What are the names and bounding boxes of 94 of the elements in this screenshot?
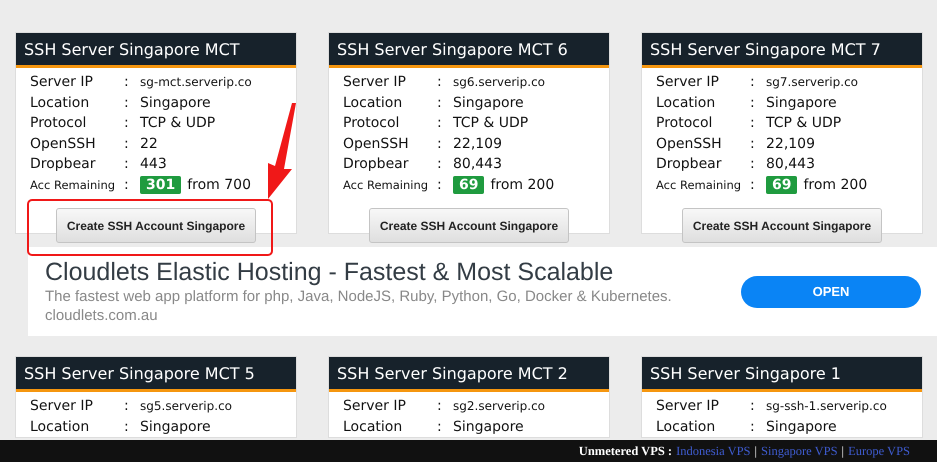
field-value: Singapore — [140, 418, 211, 435]
field-label: Acc Remaining — [30, 178, 116, 192]
colon-separator: : — [437, 398, 443, 414]
field-label: Server IP — [30, 74, 94, 90]
colon-separator: : — [124, 94, 130, 111]
card-title: SSH Server Singapore MCT 7 — [642, 33, 922, 68]
field-value: 80,443 — [766, 156, 815, 172]
card-title: SSH Server Singapore MCT 5 — [16, 357, 296, 392]
field-label: Dropbear — [343, 156, 410, 172]
field-label: Protocol — [343, 115, 400, 132]
footer-link[interactable]: Europe VPS — [848, 444, 910, 458]
field-value: Singapore — [453, 94, 524, 111]
footer-link[interactable]: Singapore VPS — [761, 444, 838, 458]
field-value: 80,443 — [453, 156, 502, 172]
field-value: Singapore — [766, 94, 837, 111]
open-button[interactable]: OPEN — [741, 276, 921, 308]
colon-separator: : — [437, 115, 443, 132]
field-label: Protocol — [656, 115, 714, 132]
colon-separator: : — [124, 418, 130, 435]
colon-separator: : — [124, 136, 130, 152]
field-value: sg7.serverip.co — [766, 75, 858, 90]
colon-separator: : — [437, 156, 443, 172]
field-value: from 700 — [187, 176, 251, 193]
field-label: Server IP — [343, 398, 407, 414]
card-title: SSH Server Singapore MCT 2 — [329, 357, 609, 392]
count-badge: 301 — [140, 176, 182, 194]
field-label: Location — [30, 418, 90, 435]
field-value: 22 — [140, 136, 158, 152]
colon-separator: : — [124, 74, 130, 90]
field-label: Acc Remaining — [343, 178, 430, 192]
colon-separator: : — [437, 136, 443, 152]
colon-separator: : — [750, 418, 756, 435]
ad-description: The fastest web app platform for php, Java, NodeJS, Ruby, Python, Go, Docker & Kubernetes. — [45, 287, 672, 306]
colon-separator: : — [124, 156, 130, 172]
field-value: Singapore — [140, 94, 211, 111]
field-label: Server IP — [30, 398, 94, 414]
colon-separator: : — [750, 398, 756, 414]
colon-separator: : — [437, 94, 443, 111]
footer-link[interactable]: Indonesia VPS — [676, 444, 751, 458]
field-value: sg-ssh-1.serverip.co — [766, 399, 887, 414]
field-value: TCP & UDP — [140, 115, 216, 132]
field-label: Acc Remaining — [656, 178, 742, 192]
field-label: Location — [656, 94, 716, 111]
colon-separator: : — [750, 176, 756, 193]
field-label: Location — [656, 418, 716, 435]
field-value: sg5.serverip.co — [140, 399, 232, 414]
field-value: TCP & UDP — [766, 115, 842, 132]
card-title: SSH Server Singapore MCT — [16, 33, 296, 68]
field-label: Server IP — [656, 398, 720, 414]
field-label: Location — [30, 94, 90, 111]
footer-label: Unmetered VPS : — [578, 444, 672, 458]
colon-separator: : — [437, 74, 443, 90]
field-label: Dropbear — [656, 156, 723, 172]
field-label: Location — [343, 94, 404, 111]
link-separator: | — [842, 444, 844, 458]
field-value: from 200 — [490, 176, 554, 193]
field-label: Server IP — [656, 74, 720, 90]
create-account-button[interactable]: Create SSH Account Singapore — [682, 208, 882, 243]
colon-separator: : — [750, 156, 756, 172]
ad-domain: cloudlets.com.au — [45, 306, 159, 325]
card-title: SSH Server Singapore MCT 6 — [329, 33, 609, 68]
count-badge: 69 — [766, 176, 798, 194]
create-account-button[interactable]: Create SSH Account Singapore — [369, 208, 569, 243]
field-value: Singapore — [766, 418, 837, 435]
colon-separator: : — [750, 94, 756, 111]
ad-title: Cloudlets Elastic Hosting - Fastest & Most Scalable — [45, 258, 614, 287]
field-value: TCP & UDP — [453, 115, 528, 132]
field-value: sg6.serverip.co — [453, 75, 546, 90]
field-value: 443 — [140, 156, 167, 172]
field-value: sg-mct.serverip.co — [140, 75, 252, 90]
field-value: sg2.serverip.co — [453, 399, 546, 414]
field-label: Server IP — [343, 74, 407, 90]
colon-separator: : — [750, 115, 756, 132]
field-label: Location — [343, 418, 404, 435]
field-label: OpenSSH — [343, 136, 410, 152]
create-account-button[interactable]: Create SSH Account Singapore — [56, 208, 256, 243]
colon-separator: : — [750, 74, 756, 90]
field-value: 22,109 — [766, 136, 815, 152]
count-badge: 69 — [453, 176, 484, 194]
colon-separator: : — [124, 176, 130, 193]
colon-separator: : — [124, 398, 130, 414]
field-value: Singapore — [453, 418, 524, 435]
field-label: OpenSSH — [656, 136, 723, 152]
field-value: 22,109 — [453, 136, 502, 152]
colon-separator: : — [750, 136, 756, 152]
colon-separator: : — [124, 115, 130, 132]
field-label: Protocol — [30, 115, 88, 132]
colon-separator: : — [437, 176, 443, 193]
field-label: OpenSSH — [30, 136, 97, 152]
colon-separator: : — [437, 418, 443, 435]
field-label: Dropbear — [30, 156, 97, 172]
link-separator: | — [754, 444, 758, 458]
field-value: from 200 — [803, 176, 868, 193]
card-title: SSH Server Singapore 1 — [642, 357, 922, 392]
